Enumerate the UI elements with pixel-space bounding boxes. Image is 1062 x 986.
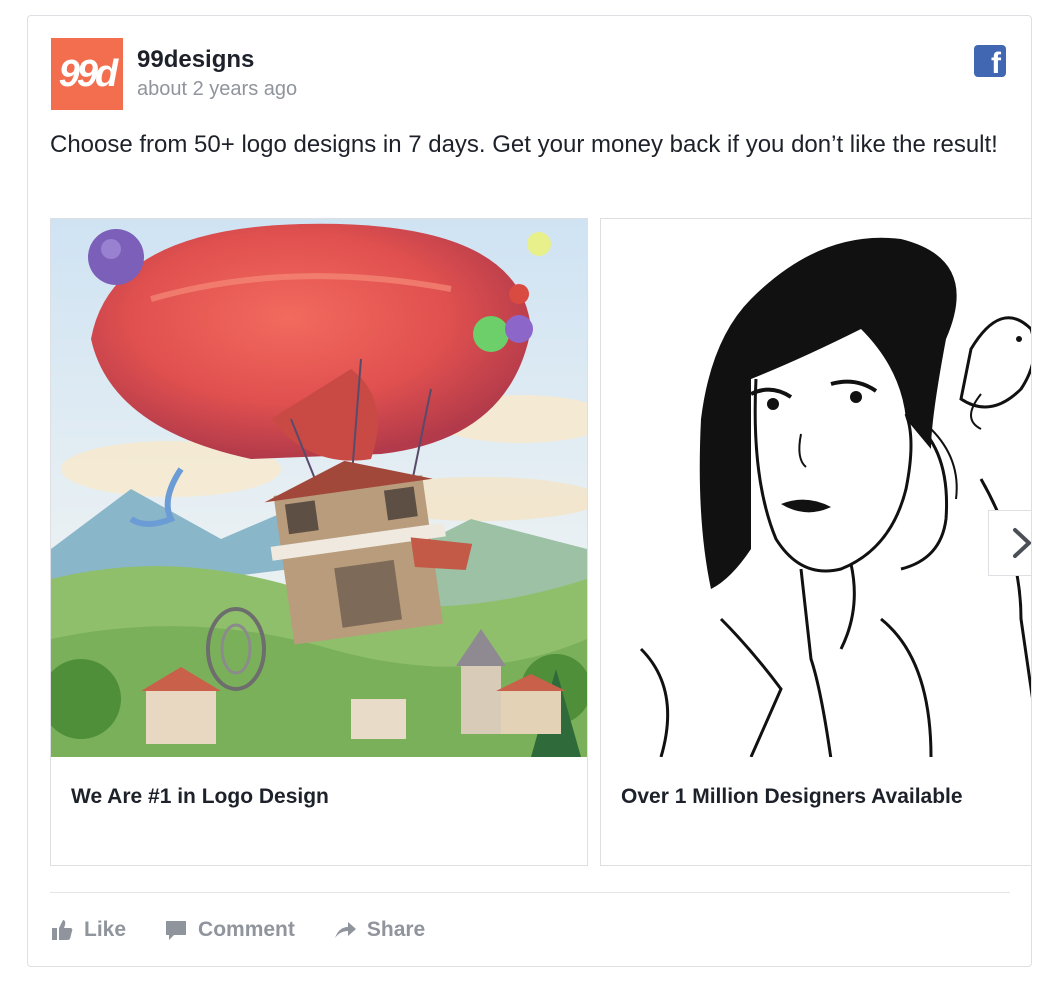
avatar[interactable]: 99d [51,38,123,110]
carousel-card[interactable]: Over 1 Million Designers Available [600,218,1031,866]
page-name[interactable]: 99designs [137,46,254,74]
share-arrow-icon [334,922,356,938]
comment-icon [166,921,187,940]
comment-button[interactable]: Comment [164,918,295,942]
chevron-right-icon [1013,528,1031,558]
comment-label: Comment [198,918,295,941]
post-text: Choose from 50+ logo designs in 7 days. … [50,131,998,158]
post-timestamp[interactable]: about 2 years ago [137,78,297,101]
post-card: 99d 99designs about 2 years ago f Choose… [27,15,1032,967]
carousel-card-title[interactable]: We Are #1 in Logo Design [71,785,329,809]
thumbs-up-icon [52,920,73,940]
share-label: Share [366,918,426,941]
carousel-image-woman[interactable] [601,219,1031,757]
divider [50,892,1010,893]
facebook-icon: f [974,45,1006,77]
carousel: We Are #1 in Logo Design Over 1 Million … [50,218,1031,866]
action-bar: Like Comment Share [50,914,463,946]
like-button[interactable]: Like [50,918,126,942]
share-button[interactable]: Share [333,918,425,942]
carousel-card-title[interactable]: Over 1 Million Designers Available [621,785,963,809]
carousel-card[interactable]: We Are #1 in Logo Design [50,218,588,866]
avatar-logo-text: 99d [58,52,119,95]
like-label: Like [84,918,127,941]
carousel-next-button[interactable] [988,510,1031,576]
carousel-image-balloon[interactable] [51,219,587,757]
